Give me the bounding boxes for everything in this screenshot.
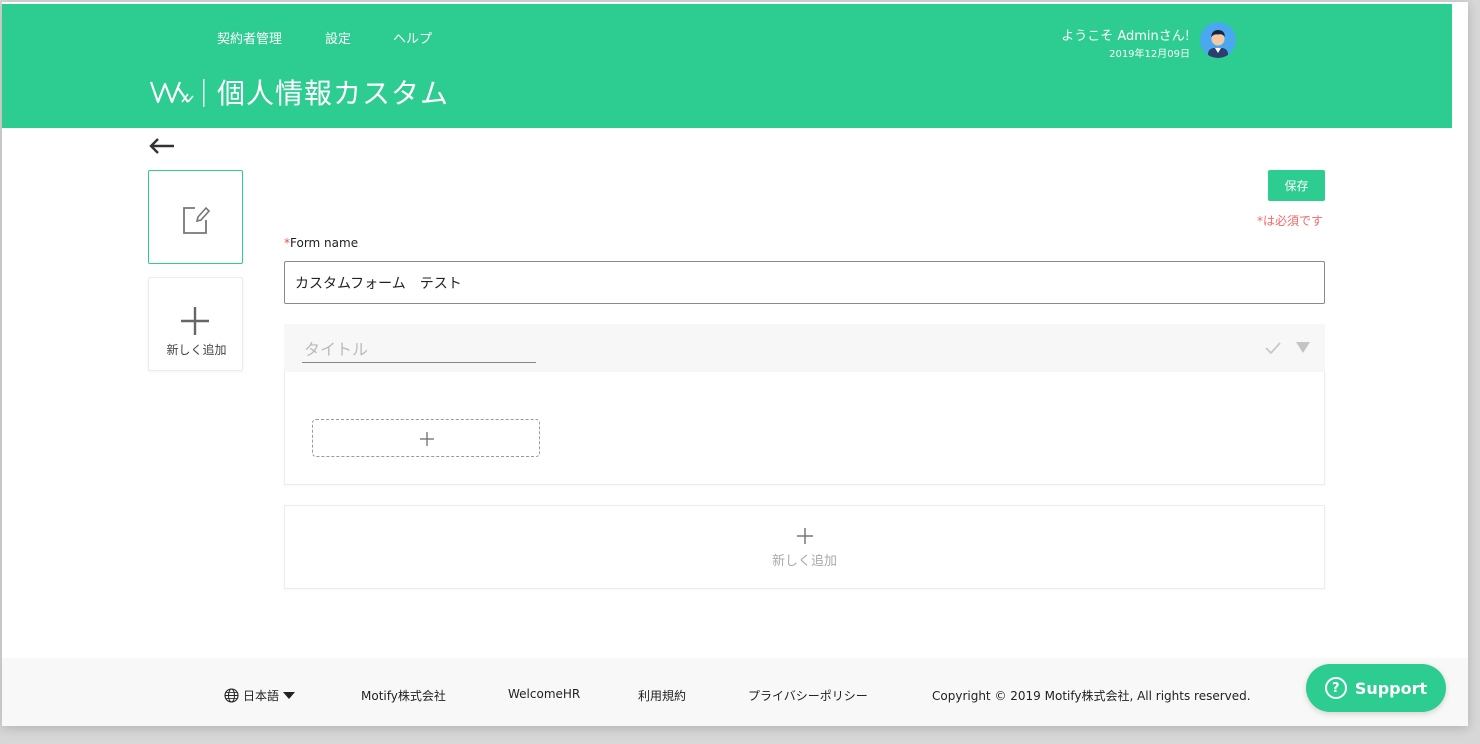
header: 契約者管理 設定 ヘルプ | 個人情報カスタム ようこそ Adminさん! 20… [2,4,1452,128]
check-icon[interactable] [1264,340,1282,356]
language-label: 日本語 [243,688,280,703]
caret-down-icon [283,691,296,699]
app-window: 契約者管理 設定 ヘルプ | 個人情報カスタム ようこそ Adminさん! 20… [2,2,1468,726]
footer-link-terms[interactable]: 利用規約 [638,687,686,704]
footer-link-company[interactable]: Motify株式会社 [361,687,446,704]
welcome-message: ようこそ Adminさん! [1061,29,1190,44]
add-section-button[interactable]: 新しく追加 [284,505,1325,589]
section-body [284,372,1325,485]
sidebar-card-form[interactable] [148,170,243,264]
footer-link-privacy[interactable]: プライバシーポリシー [748,687,868,704]
save-button[interactable]: 保存 [1268,170,1325,201]
section-title-input[interactable] [302,336,536,363]
brand-logo-icon[interactable] [148,74,194,108]
avatar[interactable] [1200,22,1236,58]
user-avatar-icon [1200,22,1236,58]
title-separator: | [199,74,209,107]
sidebar-add-label: 新しく追加 [166,343,227,357]
plus-icon [420,432,434,446]
copyright: Copyright © 2019 Motify株式会社, All rights … [932,689,1251,703]
support-label: Support [1354,678,1428,698]
support-button[interactable]: ? Support [1306,664,1446,712]
form-name-input[interactable] [284,261,1325,304]
plus-icon [181,307,209,335]
section-header [284,324,1325,372]
footer: 日本語 Motify株式会社 WelcomeHR 利用規約 プライバシーポリシー… [2,658,1468,726]
page-title: 個人情報カスタム [217,77,450,110]
language-select[interactable]: 日本語 [224,686,296,704]
edit-form-icon [183,206,211,234]
nav-contract-management[interactable]: 契約者管理 [217,28,282,47]
footer-link-welcomehr[interactable]: WelcomeHR [508,687,580,701]
header-date: 2019年12月09日 [1109,49,1190,60]
nav-settings[interactable]: 設定 [325,28,351,47]
add-field-button[interactable] [312,419,540,457]
sidebar-add-new[interactable]: 新しく追加 [148,277,243,371]
back-arrow-icon[interactable] [148,136,176,156]
add-section-label: 新しく追加 [771,554,837,569]
form-name-label-text: Form name [290,236,359,250]
collapse-triangle-icon[interactable] [1296,342,1310,354]
form-name-label: *Form name [284,236,358,250]
required-note: *は必須です [1256,214,1323,228]
help-circle-icon: ? [1324,677,1347,699]
nav-help[interactable]: ヘルプ [393,28,432,47]
globe-icon [224,687,239,703]
plus-icon [797,528,813,544]
